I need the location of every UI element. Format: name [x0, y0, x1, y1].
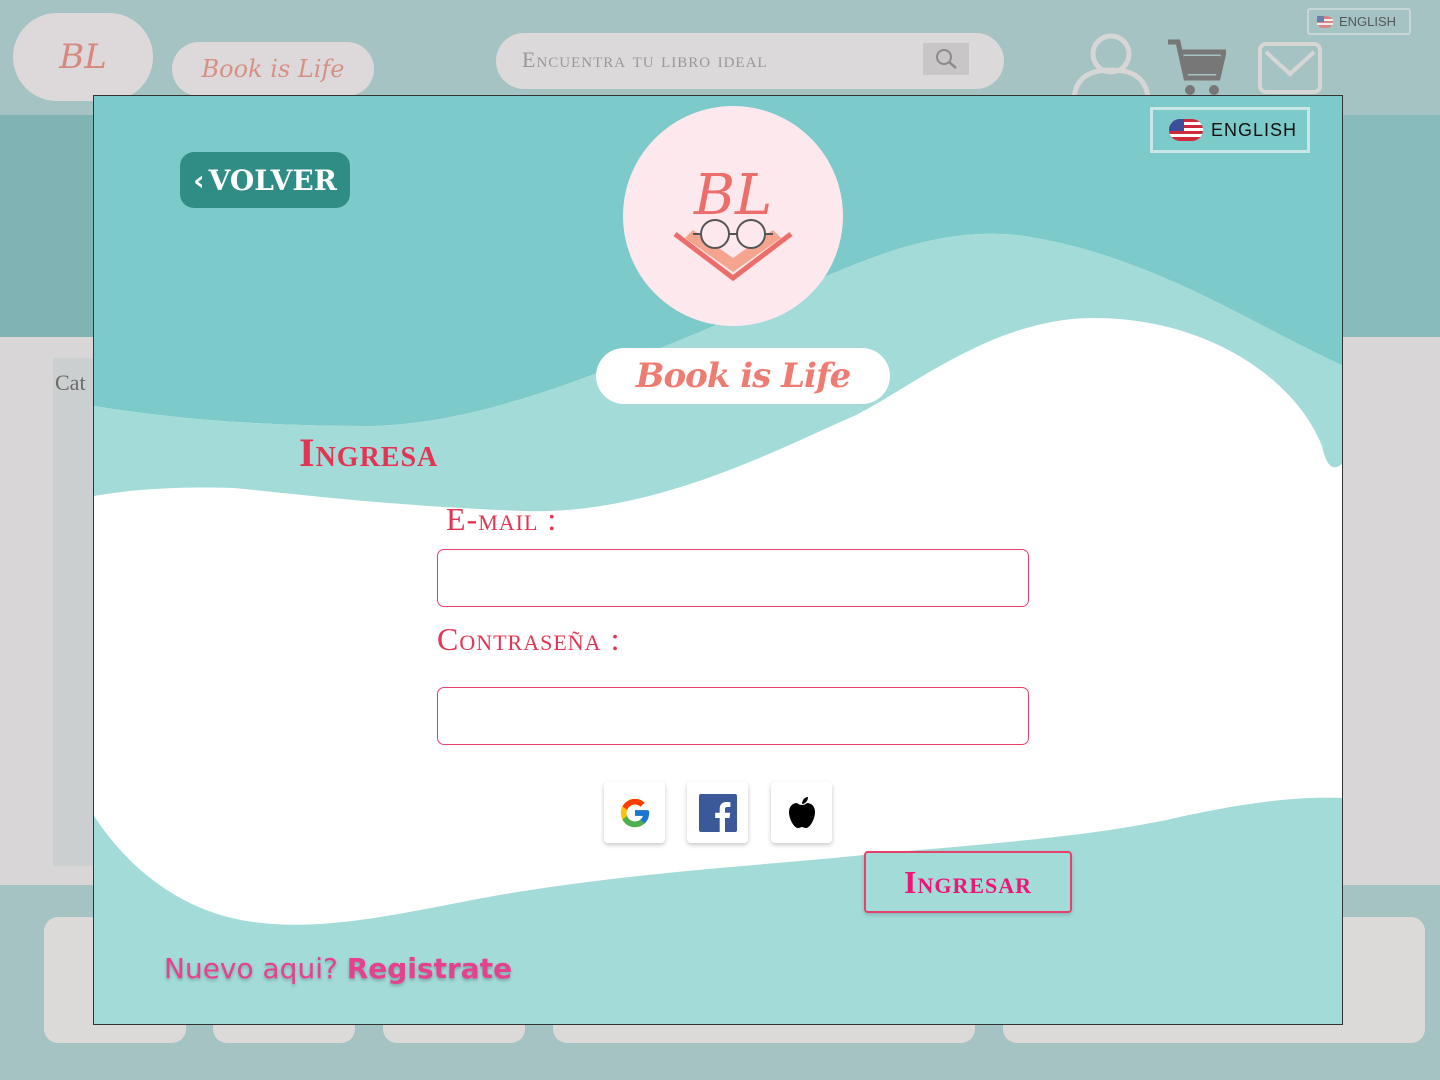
register-link[interactable]: Registrate [347, 952, 512, 985]
background-sidebar [53, 358, 97, 866]
password-label: Contraseña : [437, 621, 621, 657]
background-sidebar-title: Cat [55, 370, 86, 395]
logo-initials: BL [693, 163, 772, 228]
google-icon [620, 798, 649, 827]
logo-graphic: BL [673, 163, 793, 282]
password-field[interactable] [437, 687, 1029, 745]
facebook-login-button[interactable] [687, 782, 748, 843]
background-search-bar[interactable]: Encuentra tu libro ideal [496, 33, 1004, 89]
mail-icon[interactable] [1258, 42, 1322, 94]
logo: BL [623, 106, 843, 326]
user-icon[interactable] [1070, 32, 1152, 100]
language-label: ENGLISH [1211, 119, 1298, 140]
brand-pill: Book is Life [596, 348, 890, 404]
background-search-placeholder: Encuentra tu libro ideal [522, 47, 768, 72]
background-language-button[interactable]: ENGLISH [1307, 8, 1411, 35]
register-question: Nuevo aqui? [164, 952, 338, 985]
brand-name: Book is Life [635, 356, 851, 396]
background-logo-initials: BL [59, 37, 107, 77]
background-logo[interactable]: BL [13, 13, 153, 101]
login-modal: ENGLISH ‹ VOLVER BL Book is Life Ingresa… [93, 95, 1343, 1025]
apple-login-button[interactable] [771, 782, 832, 843]
page-title: Ingresa [299, 430, 439, 475]
back-button[interactable]: ‹ VOLVER [180, 152, 350, 208]
facebook-icon [698, 793, 737, 832]
email-field[interactable] [437, 549, 1029, 607]
background-language-label: ENGLISH [1339, 14, 1397, 29]
back-button-label: VOLVER [208, 163, 337, 197]
search-icon[interactable] [923, 43, 969, 75]
google-login-button[interactable] [604, 782, 665, 843]
register-prompt: Nuevo aqui? Registrate [164, 952, 512, 985]
chevron-left-icon: ‹ [193, 163, 205, 197]
login-submit-button[interactable]: Ingresar [864, 851, 1072, 913]
background-banner-decoration [1342, 115, 1440, 337]
apple-icon [788, 796, 815, 828]
us-flag-icon [1169, 119, 1203, 141]
background-brand-pill[interactable]: Book is Life [172, 42, 374, 96]
language-button[interactable]: ENGLISH [1150, 107, 1310, 153]
cart-icon[interactable] [1166, 38, 1226, 98]
us-flag-icon [1317, 15, 1333, 28]
email-label: E-mail : [446, 501, 558, 537]
